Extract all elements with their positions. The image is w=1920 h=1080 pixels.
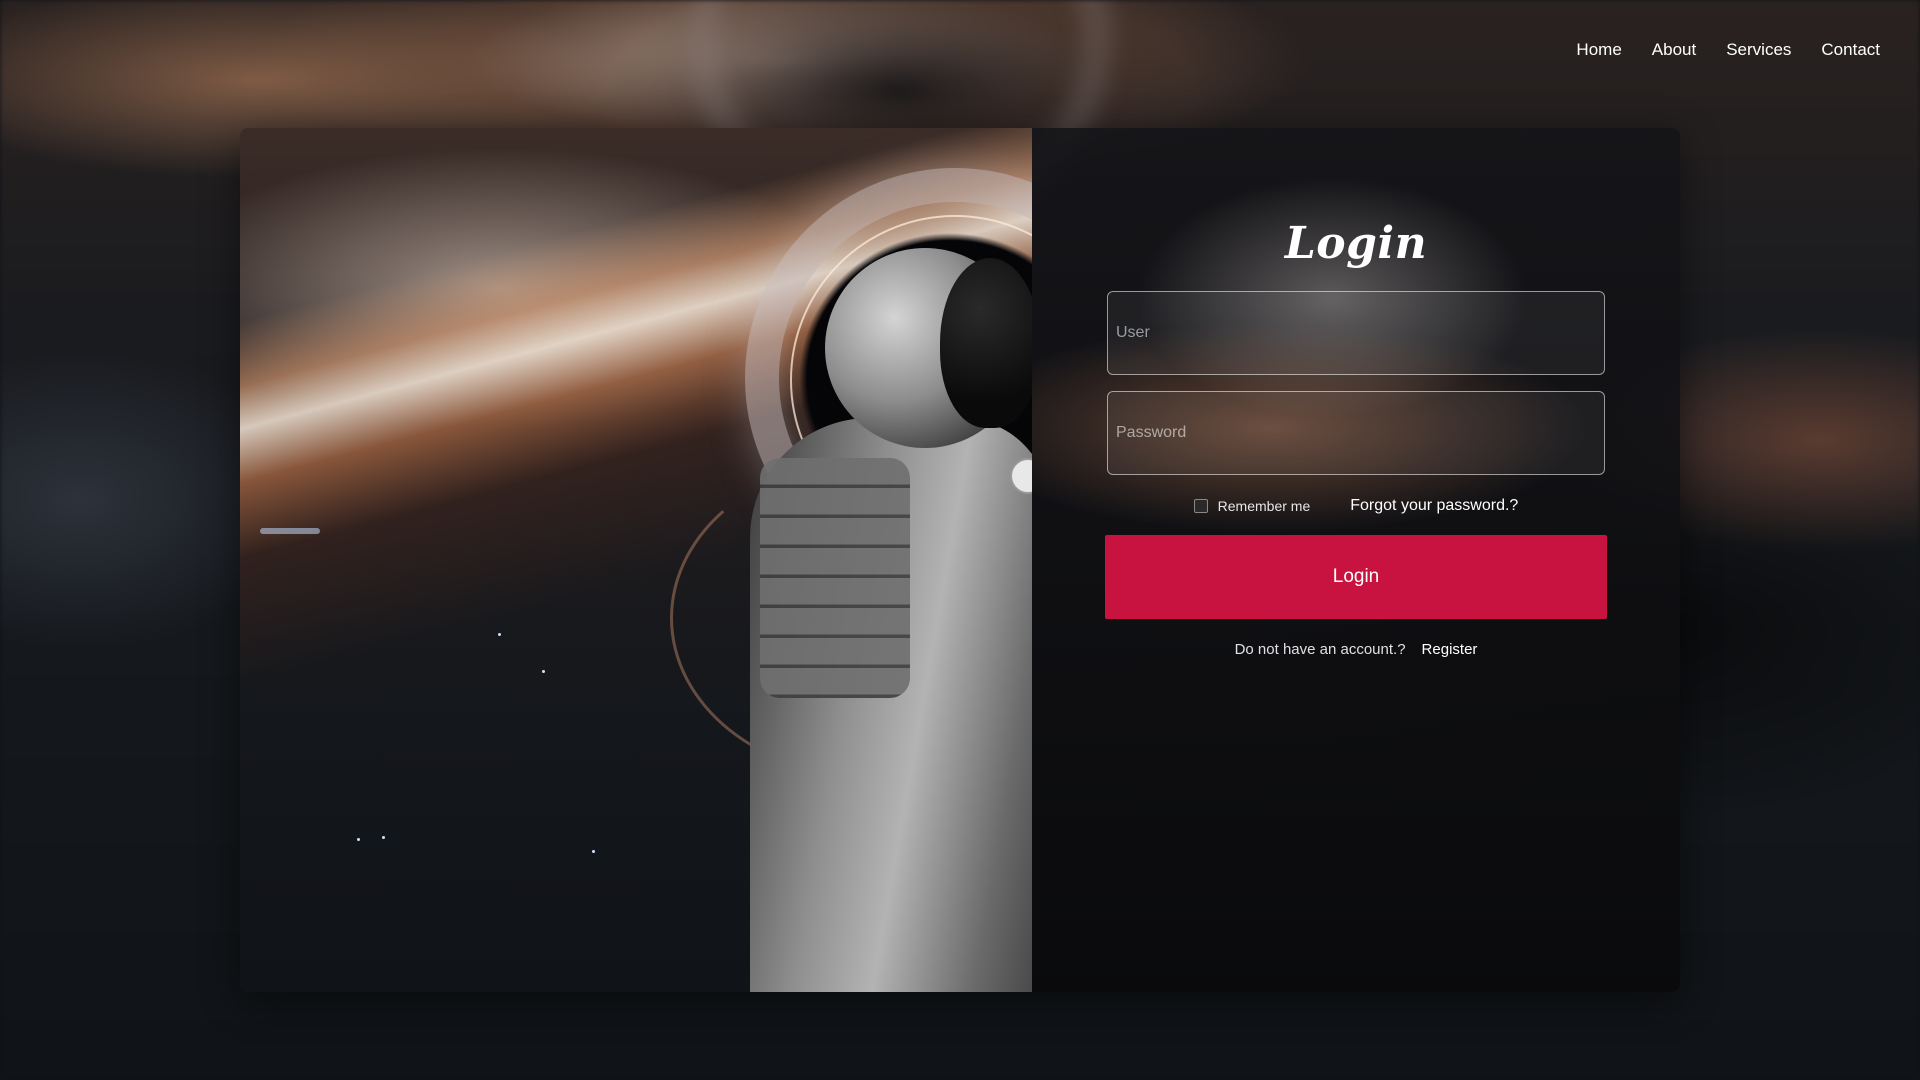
remember-me[interactable]: Remember me [1193, 498, 1311, 514]
login-options: Remember me Forgot your password.? [1107, 497, 1605, 515]
star [382, 836, 385, 839]
top-nav: Home About Services Contact [1576, 40, 1880, 60]
star-cluster [260, 528, 320, 534]
login-card: Login Remember me Forgot your password.?… [240, 128, 1680, 992]
star [498, 633, 501, 636]
register-row: Do not have an account.? Register [1235, 641, 1478, 658]
star [592, 850, 595, 853]
password-input[interactable] [1107, 391, 1605, 475]
star [357, 838, 360, 841]
login-title: Login [1284, 218, 1428, 269]
nav-services[interactable]: Services [1726, 40, 1791, 60]
forgot-password-link[interactable]: Forgot your password.? [1350, 497, 1518, 515]
nav-home[interactable]: Home [1576, 40, 1621, 60]
star [542, 670, 545, 673]
register-link[interactable]: Register [1422, 641, 1478, 658]
nav-about[interactable]: About [1652, 40, 1696, 60]
remember-me-checkbox[interactable] [1193, 499, 1208, 513]
login-form: Login Remember me Forgot your password.?… [1032, 128, 1680, 992]
hero-image [240, 128, 1032, 992]
login-button[interactable]: Login [1105, 535, 1607, 619]
nav-contact[interactable]: Contact [1821, 40, 1880, 60]
astronaut-visor [940, 258, 1032, 428]
astronaut-backpack [760, 458, 910, 698]
user-input[interactable] [1107, 291, 1605, 375]
remember-me-label: Remember me [1217, 498, 1311, 514]
no-account-text: Do not have an account.? [1234, 641, 1406, 658]
